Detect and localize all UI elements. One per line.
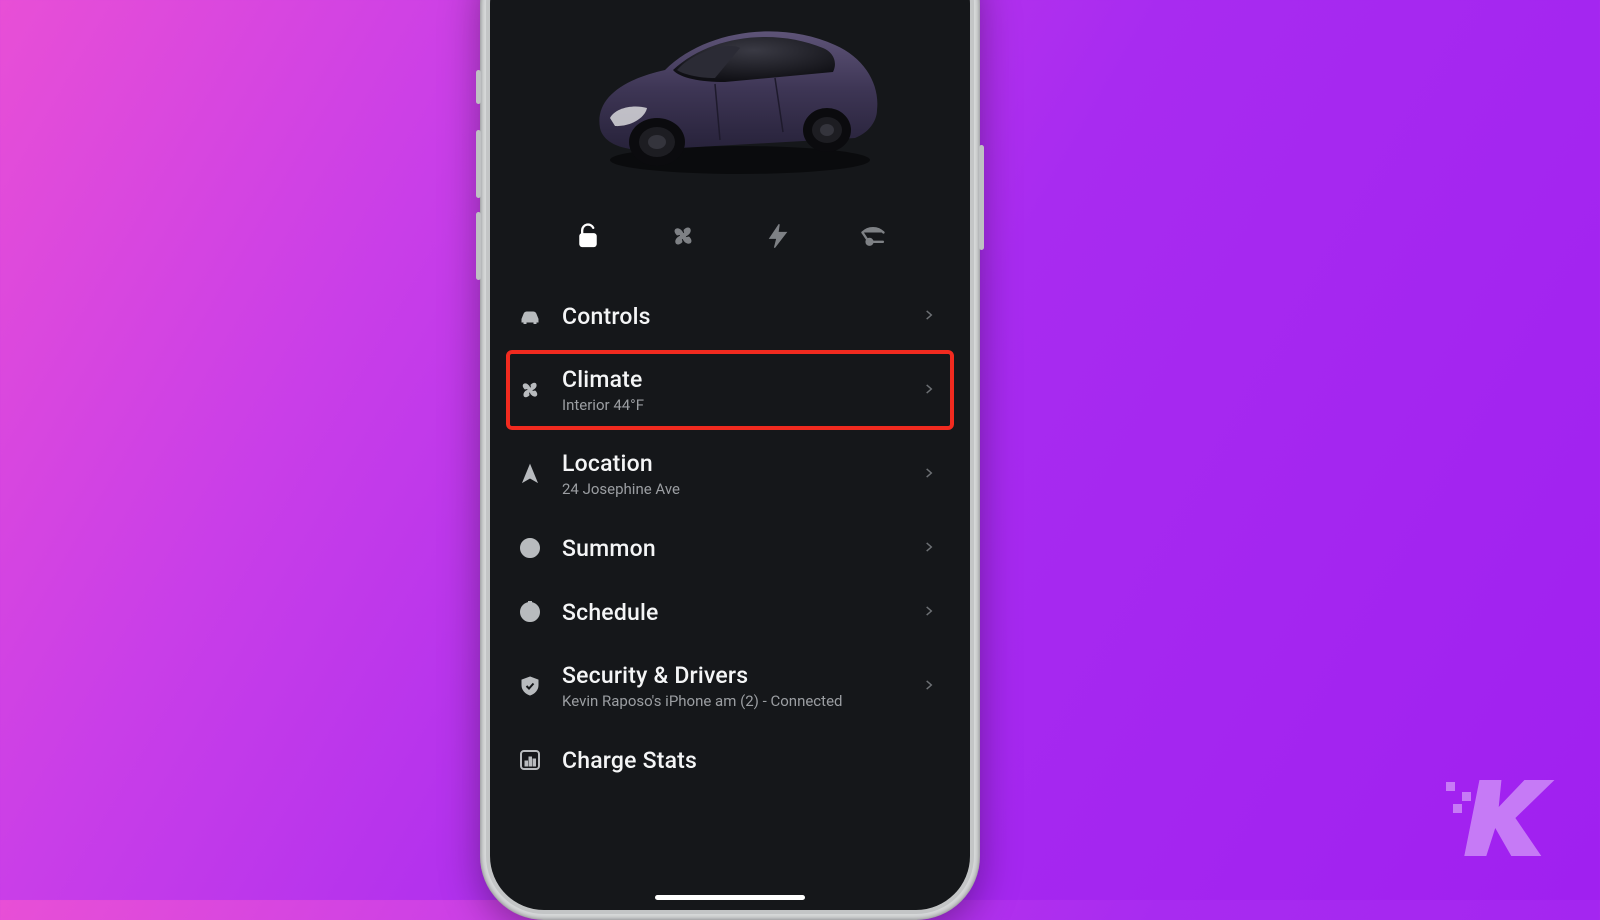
chevron-right-icon <box>922 539 940 557</box>
menu-subtitle: Interior 44°F <box>562 396 904 414</box>
menu-item-security[interactable]: Security & Drivers Kevin Raposo's iPhone… <box>510 644 950 728</box>
bar-chart-icon <box>516 746 544 774</box>
chevron-right-icon <box>922 381 940 399</box>
menu-title: Schedule <box>562 599 904 626</box>
fan-icon <box>669 222 697 250</box>
phone-bezel: Controls <box>486 0 974 914</box>
menu-item-controls[interactable]: Controls <box>510 284 950 348</box>
car-icon <box>565 0 895 180</box>
app-screen: Controls <box>490 0 970 910</box>
menu-item-climate[interactable]: Climate Interior 44°F <box>510 348 950 432</box>
menu-item-summon[interactable]: Summon <box>510 516 950 580</box>
home-indicator[interactable] <box>655 895 805 900</box>
menu-title: Location <box>562 450 904 477</box>
menu-title: Summon <box>562 535 904 562</box>
menu-subtitle: 24 Josephine Ave <box>562 480 904 498</box>
charge-port-button[interactable] <box>845 214 901 258</box>
volume-up-button <box>476 130 481 198</box>
chevron-right-icon <box>922 603 940 621</box>
watermark-logo <box>1444 768 1564 862</box>
menu-title: Security & Drivers <box>562 662 904 689</box>
volume-down-button <box>476 212 481 280</box>
charge-button[interactable] <box>750 214 806 258</box>
menu-item-charge-stats[interactable]: Charge Stats <box>510 728 950 792</box>
mute-switch <box>476 70 481 104</box>
menu-title: Charge Stats <box>562 747 940 774</box>
menu-item-location[interactable]: Location 24 Josephine Ave <box>510 432 950 516</box>
quick-actions-row <box>510 200 950 284</box>
menu-item-schedule[interactable]: Schedule <box>510 580 950 644</box>
steering-wheel-icon <box>516 534 544 562</box>
menu-subtitle: Kevin Raposo's iPhone am (2) - Connected <box>562 692 904 710</box>
chevron-right-icon <box>922 677 940 695</box>
shield-check-icon <box>516 672 544 700</box>
menu-title: Climate <box>562 366 904 393</box>
vehicle-hero <box>510 0 950 200</box>
unlock-button[interactable] <box>560 214 616 258</box>
fan-icon <box>516 376 544 404</box>
phone-frame: Controls <box>480 0 980 920</box>
unlock-icon <box>574 222 602 250</box>
chevron-right-icon <box>922 307 940 325</box>
fan-button[interactable] <box>655 214 711 258</box>
navigation-icon <box>516 460 544 488</box>
car-icon <box>516 302 544 330</box>
menu-list: Controls <box>510 284 950 792</box>
bolt-icon <box>764 222 792 250</box>
power-button <box>979 145 984 250</box>
clock-bolt-icon <box>516 598 544 626</box>
menu-title: Controls <box>562 303 904 330</box>
chevron-right-icon <box>922 465 940 483</box>
charge-port-icon <box>859 222 887 250</box>
